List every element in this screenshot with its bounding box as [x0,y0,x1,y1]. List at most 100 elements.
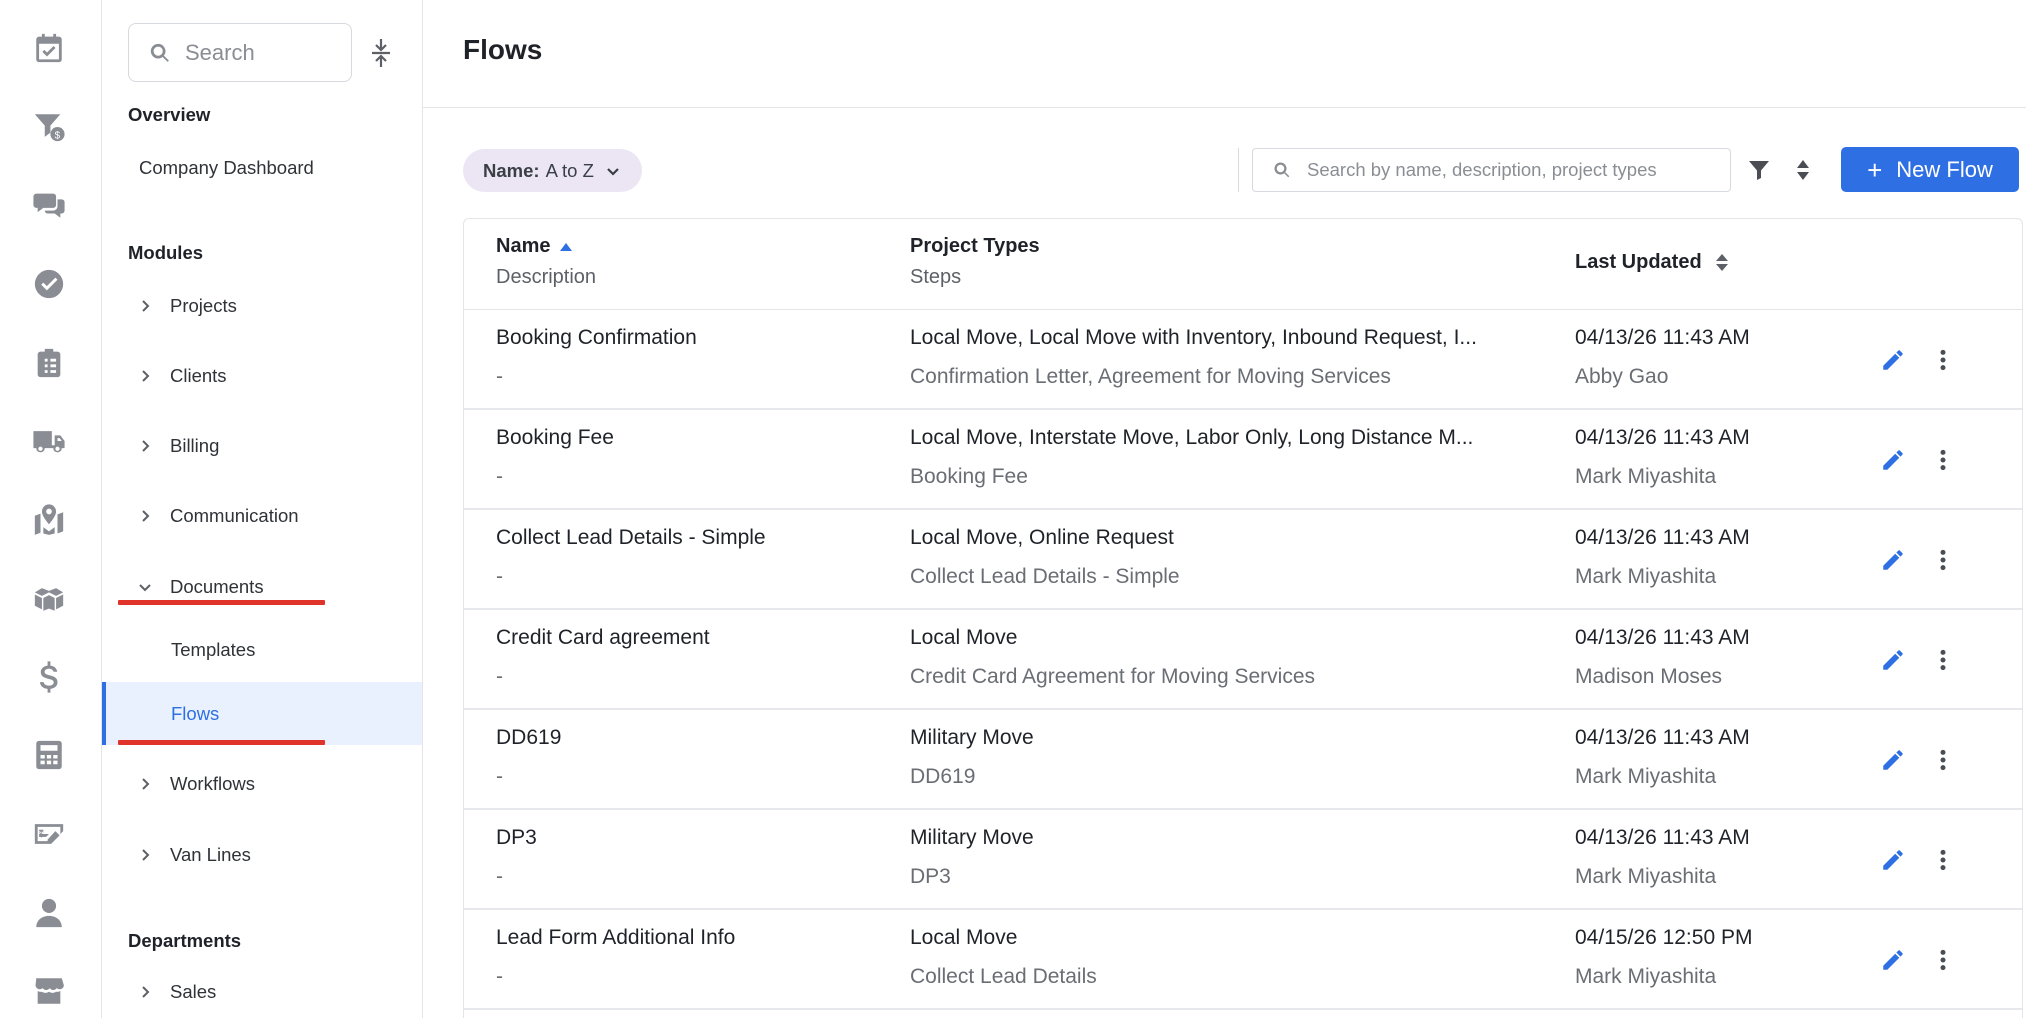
sidebar-subitem-flows[interactable]: Flows [102,682,422,745]
more-vertical-icon[interactable] [1925,542,1961,578]
flow-description: - [496,865,503,888]
funnel-dollar-icon[interactable]: $ [31,109,67,145]
boxes-icon[interactable] [31,580,67,616]
filter-icon[interactable] [1745,156,1773,184]
departments-heading: Departments [128,930,242,951]
table-row[interactable]: Credit Card agreement - Local Move Credi… [464,610,2022,710]
sort-both-icon [1715,254,1728,271]
last-updated-user: Mark Miyashita [1575,765,1717,788]
table-search-box[interactable] [1252,148,1731,192]
flow-name: DP3 [496,826,537,849]
last-updated-date: 04/13/26 11:43 AM [1575,826,1750,849]
table-row[interactable]: Booking Confirmation - Local Move, Local… [464,310,2022,410]
flow-name: Lead Form Additional Info [496,926,736,949]
user-icon[interactable] [31,895,67,931]
edit-pencil-icon[interactable] [1875,742,1911,778]
svg-text:$: $ [55,130,61,141]
table-row[interactable]: Booking Fee - Local Move, Interstate Mov… [464,410,2022,510]
edit-pencil-icon[interactable] [1875,942,1911,978]
sidebar-item-sales[interactable]: Sales [102,972,422,1012]
sidebar-item-workflows[interactable]: Workflows [102,764,422,804]
store-icon[interactable] [31,973,67,1009]
flow-name: Booking Confirmation [496,326,697,349]
edit-pencil-icon[interactable] [1875,542,1911,578]
search-icon [150,43,169,62]
flow-description: - [496,465,503,488]
flow-name: DD619 [496,726,562,749]
edit-pencil-icon[interactable] [1875,342,1911,378]
page-title: Flows [463,34,543,65]
more-vertical-icon[interactable] [1925,742,1961,778]
more-vertical-icon[interactable] [1925,642,1961,678]
map-pin-icon[interactable] [31,502,67,538]
more-vertical-icon[interactable] [1925,942,1961,978]
truck-icon[interactable] [31,423,67,459]
sidebar-item-label: Projects [170,295,237,316]
chat-bubbles-icon[interactable] [31,187,67,223]
nav-search-box[interactable] [128,23,352,82]
edit-pencil-icon[interactable] [1875,842,1911,878]
chevron-right-icon [138,985,152,999]
table-row[interactable]: Collect Lead Details - Simple - Local Mo… [464,510,2022,610]
dollar-sign-icon[interactable] [31,659,67,695]
flow-project-types: Military Move [910,826,1034,849]
sidebar-subitem-templates[interactable]: Templates [102,618,422,681]
sidebar-item-communication[interactable]: Communication [102,496,422,536]
sidebar-item-billing[interactable]: Billing [102,426,422,466]
table-row[interactable]: DP3 - Military Move DP3 04/13/26 11:43 A… [464,810,2022,910]
column-header-project-types: Project Types Steps [910,235,1040,289]
last-updated-user: Mark Miyashita [1575,865,1717,888]
chevron-right-icon [138,299,152,313]
flow-project-types: Local Move [910,626,1018,649]
sidebar-item-van-lines[interactable]: Van Lines [102,835,422,875]
table-row[interactable]: Lead Form Additional Info - Local Move C… [464,910,2022,1010]
flow-name: Booking Fee [496,426,614,449]
more-vertical-icon[interactable] [1925,842,1961,878]
sidebar-item-projects[interactable]: Projects [102,286,422,326]
flow-project-types: Local Move, Interstate Move, Labor Only,… [910,426,1474,449]
last-updated-user: Mark Miyashita [1575,465,1717,488]
last-updated-date: 04/13/26 11:43 AM [1575,726,1750,749]
sidebar-item-label: Van Lines [170,844,251,865]
sort-chip-key: Name: [483,159,540,181]
chevron-right-icon [138,777,152,791]
sidebar-subitem-label: Flows [171,702,220,724]
sort-chip-value: A to Z [545,159,594,181]
column-header-label: Project Types [910,235,1040,257]
money-check-edit-icon[interactable]: $ [31,816,67,852]
column-header-last-updated[interactable]: Last Updated [1575,251,1728,274]
sidebar-subitem-label: Templates [171,638,256,660]
more-vertical-icon[interactable] [1925,442,1961,478]
sort-chip[interactable]: Name: A to Z [463,149,642,192]
last-updated-date: 04/15/26 12:50 PM [1575,926,1753,949]
table-search-input[interactable] [1307,159,1727,181]
chevron-right-icon [138,509,152,523]
flow-name: Credit Card agreement [496,626,710,649]
plus-icon: + [1867,154,1883,185]
column-header-name[interactable]: Name Description [496,235,596,289]
flow-description: - [496,965,503,988]
calendar-check-icon[interactable] [31,30,67,66]
more-vertical-icon[interactable] [1925,342,1961,378]
new-flow-button[interactable]: + New Flow [1841,147,2019,192]
edit-pencil-icon[interactable] [1875,442,1911,478]
last-updated-date: 04/13/26 11:43 AM [1575,526,1750,549]
sort-icon[interactable] [1789,156,1817,184]
chevron-right-icon [138,848,152,862]
company-dashboard-link[interactable]: Company Dashboard [139,157,314,179]
collapse-expand-icon[interactable] [366,36,396,70]
flow-steps: Collect Lead Details - Simple [910,565,1180,588]
flow-steps: Confirmation Letter, Agreement for Movin… [910,365,1391,388]
table-row[interactable]: DD619 - Military Move DD619 04/13/26 11:… [464,710,2022,810]
check-circle-icon[interactable] [31,266,67,302]
calculator-icon[interactable] [31,737,67,773]
sidebar-item-label: Documents [170,576,264,597]
flow-project-types: Local Move, Local Move with Inventory, I… [910,326,1477,349]
sidebar-item-label: Workflows [170,773,255,794]
edit-pencil-icon[interactable] [1875,642,1911,678]
clipboard-list-icon[interactable] [31,345,67,381]
sidebar-item-clients[interactable]: Clients [102,356,422,396]
nav-search-input[interactable] [185,39,325,66]
flow-description: - [496,565,503,588]
last-updated-date: 04/13/26 11:43 AM [1575,326,1750,349]
